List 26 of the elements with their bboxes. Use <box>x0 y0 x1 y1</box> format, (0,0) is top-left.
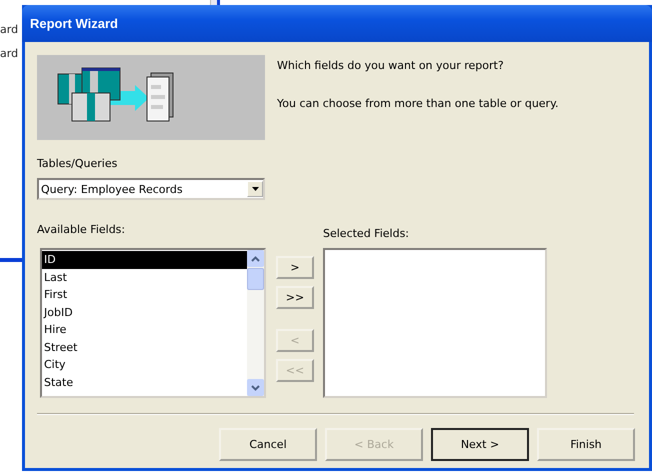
dialog-button[interactable]: Cancel <box>219 428 317 461</box>
field-item[interactable]: Hire <box>42 321 247 338</box>
tables-queries-dropdown[interactable]: Query: Employee Records <box>37 178 265 200</box>
field-item[interactable]: State <box>42 374 247 391</box>
selected-fields-list[interactable] <box>323 248 547 398</box>
scrollbar[interactable] <box>247 250 264 396</box>
tables-queries-label: Tables/Queries <box>37 157 118 170</box>
dialog-button[interactable]: Finish <box>537 428 635 461</box>
field-item[interactable]: First <box>42 286 247 304</box>
available-fields-label: Available Fields: <box>37 223 126 236</box>
instruction-text: Which fields do you want on your report? <box>277 59 505 74</box>
available-fields-list[interactable]: ID Last First JobID Hire Street City State <box>40 248 266 398</box>
field-item[interactable]: Last <box>42 268 247 286</box>
scroll-down-icon[interactable] <box>247 379 264 396</box>
selected-fields-label: Selected Fields: <box>323 227 410 242</box>
move-button[interactable]: >> <box>276 286 314 309</box>
field-item[interactable]: ID <box>42 251 247 268</box>
field-item[interactable]: City <box>42 356 247 374</box>
scroll-up-icon[interactable] <box>247 250 264 267</box>
field-item[interactable]: Street <box>42 338 247 356</box>
window-title: Report Wizard <box>30 16 118 31</box>
move-button[interactable]: > <box>276 256 314 279</box>
field-item[interactable]: JobID <box>42 304 247 321</box>
dialog-button[interactable]: Next > <box>431 428 529 461</box>
scroll-thumb[interactable] <box>247 268 264 290</box>
instruction-text: You can choose from more than one table or query. <box>277 97 559 112</box>
